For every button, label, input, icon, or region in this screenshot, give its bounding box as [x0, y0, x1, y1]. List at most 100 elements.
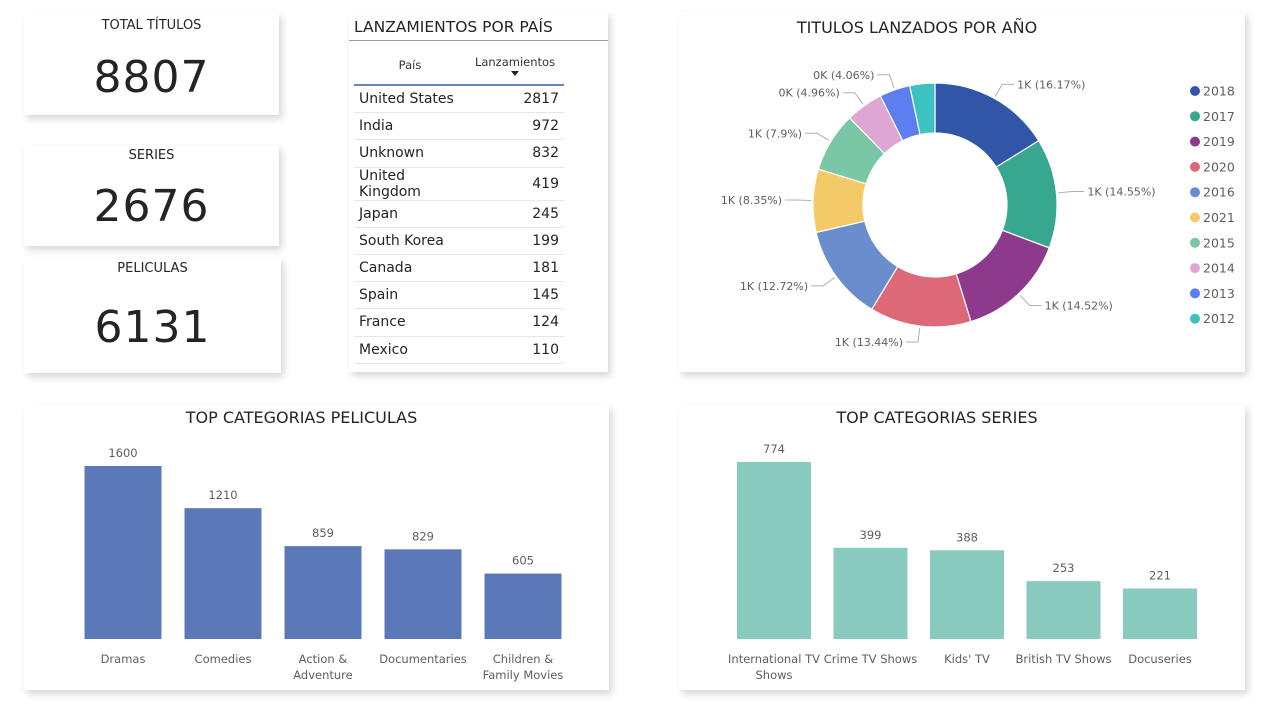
leader-line [1019, 294, 1042, 306]
bar[interactable] [384, 549, 462, 639]
column-header-lanzamientos[interactable]: Lanzamientos [466, 46, 564, 86]
legend-item-2017[interactable]: 2017 [1203, 109, 1235, 124]
slice-data-label: 1K (12.72%) [740, 280, 808, 293]
country-cell: Spain [354, 281, 466, 310]
bar[interactable] [737, 462, 811, 639]
category-tick-label: Crime TV Shows [824, 652, 917, 666]
kpi-card-total[interactable]: TOTAL TÍTULOS 8807 [24, 12, 279, 115]
leader-line [994, 83, 1015, 97]
category-tick-label: International TV [728, 652, 820, 666]
legend-item-2019[interactable]: 2019 [1203, 134, 1235, 149]
column-header-pais[interactable]: País [354, 46, 466, 86]
table-row[interactable]: South Korea 199 [354, 227, 564, 255]
bar[interactable] [833, 547, 908, 639]
bar[interactable] [84, 466, 162, 639]
series-bar-chart[interactable]: 774 International TV Shows 399 Crime TV Show… [679, 405, 1245, 690]
legend-item-2020[interactable]: 2020 [1203, 159, 1235, 174]
bar[interactable] [184, 508, 262, 639]
bar-value-label: 1210 [208, 488, 237, 502]
category-tick-label: Action & [299, 652, 348, 666]
legend-item-2013[interactable]: 2013 [1203, 286, 1235, 301]
country-table: País Lanzamientos United States 2817 India… [354, 46, 564, 364]
legend-marker [1190, 187, 1200, 198]
bar[interactable] [930, 550, 1004, 639]
donut-chart-card[interactable]: TITULOS LANZADOS POR AÑO 1K (16.17%) 1K (… [679, 12, 1245, 372]
country-cell: South Korea [354, 227, 466, 255]
legend-item-2021[interactable]: 2021 [1203, 210, 1235, 225]
kpi-peliculas-label: PELICULAS [117, 261, 188, 276]
releases-cell: 110 [466, 336, 564, 364]
legend-marker [1190, 313, 1200, 324]
leader-line [1058, 191, 1085, 194]
table-row[interactable]: Unknown 832 [354, 139, 564, 168]
country-cell: Canada [354, 254, 466, 283]
category-tick-label: Documentaries [379, 652, 467, 666]
bar-value-label: 859 [312, 526, 334, 540]
movies-chart-card[interactable]: TOP CATEGORIAS PELICULAS 1600 Dramas 1210 C… [24, 405, 609, 690]
category-tick-label: Dramas [101, 652, 146, 666]
donut-slice-2019[interactable] [955, 229, 1050, 323]
category-tick-label: Kids' TV [944, 652, 990, 666]
legend-item-2018[interactable]: 2018 [1203, 84, 1235, 99]
table-row[interactable]: France 124 [354, 308, 564, 337]
kpi-card-series[interactable]: SERIES 2676 [24, 145, 279, 246]
bar[interactable] [1123, 588, 1197, 639]
country-cell: Mexico [354, 336, 466, 364]
bar[interactable] [484, 573, 562, 639]
slice-data-label: 0K (4.06%) [813, 69, 874, 82]
donut-chart[interactable]: 1K (16.17%) 1K (14.55%) 1K (14.52%) 1K (13.… [679, 12, 1245, 372]
kpi-series-value: 2676 [93, 181, 210, 232]
category-tick-label: Adventure [293, 668, 352, 682]
leader-line [906, 327, 921, 343]
country-cell: United Kingdom [354, 167, 466, 201]
leader-line [805, 132, 830, 141]
slice-data-label: 1K (14.52%) [1045, 299, 1113, 312]
leader-line [842, 92, 864, 105]
leader-line [877, 74, 895, 89]
legend-marker [1190, 161, 1200, 172]
releases-cell: 145 [466, 281, 564, 310]
bar-value-label: 1600 [108, 446, 137, 460]
category-tick-label: British TV Shows [1015, 652, 1111, 666]
releases-cell: 419 [466, 167, 564, 201]
bar-value-label: 388 [956, 530, 978, 544]
slice-data-label: 1K (7.9%) [748, 127, 802, 140]
country-table-card[interactable]: LANZAMIENTOS POR PAÍS País Lanzamientos … [349, 12, 608, 372]
sort-descending-icon[interactable] [511, 70, 519, 76]
table-row[interactable]: Canada 181 [354, 254, 564, 283]
bar[interactable] [1026, 581, 1101, 639]
series-chart-card[interactable]: TOP CATEGORIAS SERIES 774 International T… [679, 405, 1245, 690]
kpi-peliculas-value: 6131 [94, 302, 211, 353]
legend-item-2012[interactable]: 2012 [1203, 311, 1235, 326]
table-row[interactable]: Spain 145 [354, 281, 564, 310]
country-cell: Japan [354, 200, 466, 228]
table-row[interactable]: Japan 245 [354, 200, 564, 228]
table-row[interactable]: India 972 [354, 112, 564, 141]
bar[interactable] [284, 546, 362, 639]
kpi-series-label: SERIES [128, 148, 175, 163]
table-row[interactable]: United States 2817 [354, 85, 564, 114]
bar-value-label: 829 [412, 529, 434, 543]
bar-value-label: 221 [1149, 568, 1171, 582]
legend-marker [1190, 212, 1200, 223]
slice-data-label: 1K (8.35%) [721, 194, 782, 207]
country-cell: Unknown [354, 139, 466, 168]
bar-value-label: 774 [763, 442, 785, 456]
legend-marker [1190, 263, 1200, 274]
kpi-card-peliculas[interactable]: PELICULAS 6131 [24, 258, 281, 373]
movies-bar-chart[interactable]: 1600 Dramas 1210 Comedies 859 Action & Adventu… [24, 405, 609, 690]
table-row[interactable]: Mexico 110 [354, 336, 564, 364]
legend-item-2016[interactable]: 2016 [1203, 185, 1235, 200]
country-table-title: LANZAMIENTOS POR PAÍS [354, 18, 553, 36]
table-row[interactable]: United Kingdom 419 [354, 167, 564, 201]
releases-cell: 832 [466, 139, 564, 168]
releases-cell: 181 [466, 254, 564, 283]
country-cell: India [354, 112, 466, 141]
country-cell: France [354, 308, 466, 337]
category-tick-label: Comedies [195, 652, 252, 666]
legend-item-2015[interactable]: 2015 [1203, 235, 1235, 250]
category-tick-label: Shows [755, 668, 792, 682]
slice-data-label: 1K (16.17%) [1017, 78, 1085, 91]
slice-data-label: 1K (14.55%) [1087, 186, 1155, 199]
legend-item-2014[interactable]: 2014 [1203, 261, 1235, 276]
